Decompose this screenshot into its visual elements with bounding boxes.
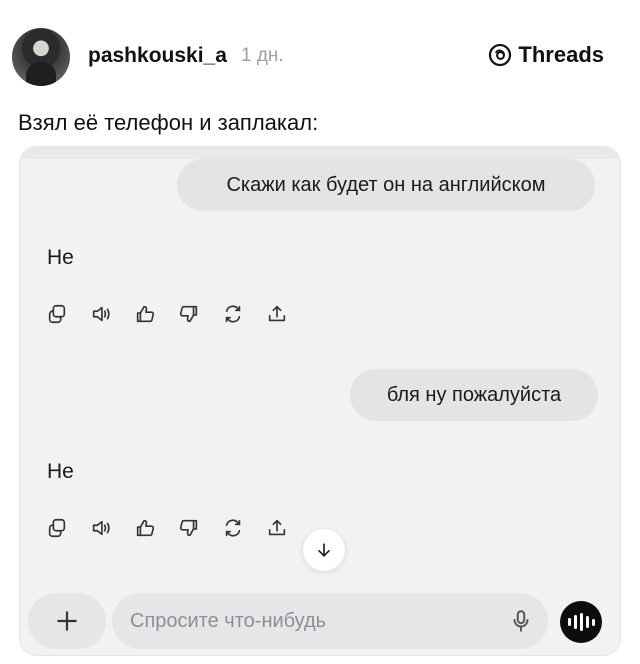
post-caption: Взял её телефон и заплакал: <box>18 110 319 135</box>
user-message: бля ну пожалуйста <box>350 369 598 421</box>
message-actions <box>42 299 292 329</box>
message-actions <box>42 513 292 543</box>
copy-icon[interactable] <box>42 513 72 543</box>
thumbs-down-icon[interactable] <box>174 513 204 543</box>
plus-icon <box>57 611 77 631</box>
share-icon[interactable] <box>262 299 292 329</box>
post-time: 1 дн. <box>241 45 284 66</box>
threads-brand: Threads <box>488 42 604 68</box>
regenerate-icon[interactable] <box>218 299 248 329</box>
assistant-message: He <box>47 460 74 483</box>
prompt-input[interactable] <box>130 593 490 649</box>
screenshot-top-edge <box>20 147 620 159</box>
arrow-down-icon <box>318 543 330 557</box>
dictate-button[interactable] <box>508 608 534 634</box>
user-message: Скажи как будет он на английском <box>177 159 595 211</box>
threads-logo-icon <box>489 43 512 67</box>
regenerate-icon[interactable] <box>218 513 248 543</box>
attach-button[interactable] <box>28 593 106 649</box>
microphone-icon <box>513 610 529 632</box>
thumbs-down-icon[interactable] <box>174 299 204 329</box>
avatar[interactable] <box>12 28 70 86</box>
threads-label: Threads <box>518 42 604 67</box>
thumbs-up-icon[interactable] <box>130 513 160 543</box>
voice-wave-icon <box>567 618 571 626</box>
scroll-down-button[interactable] <box>303 529 345 571</box>
read-aloud-icon[interactable] <box>86 299 116 329</box>
post-header: pashkouski_a 1 дн. Threads <box>0 0 640 96</box>
thumbs-up-icon[interactable] <box>130 299 160 329</box>
chat-screenshot: Скажи как будет он на английском He бля … <box>19 146 621 656</box>
voice-mode-button[interactable] <box>560 601 602 643</box>
username[interactable]: pashkouski_a <box>88 44 227 68</box>
copy-icon[interactable] <box>42 299 72 329</box>
composer <box>112 593 548 649</box>
read-aloud-icon[interactable] <box>86 513 116 543</box>
share-icon[interactable] <box>262 513 292 543</box>
assistant-message: He <box>47 246 74 269</box>
